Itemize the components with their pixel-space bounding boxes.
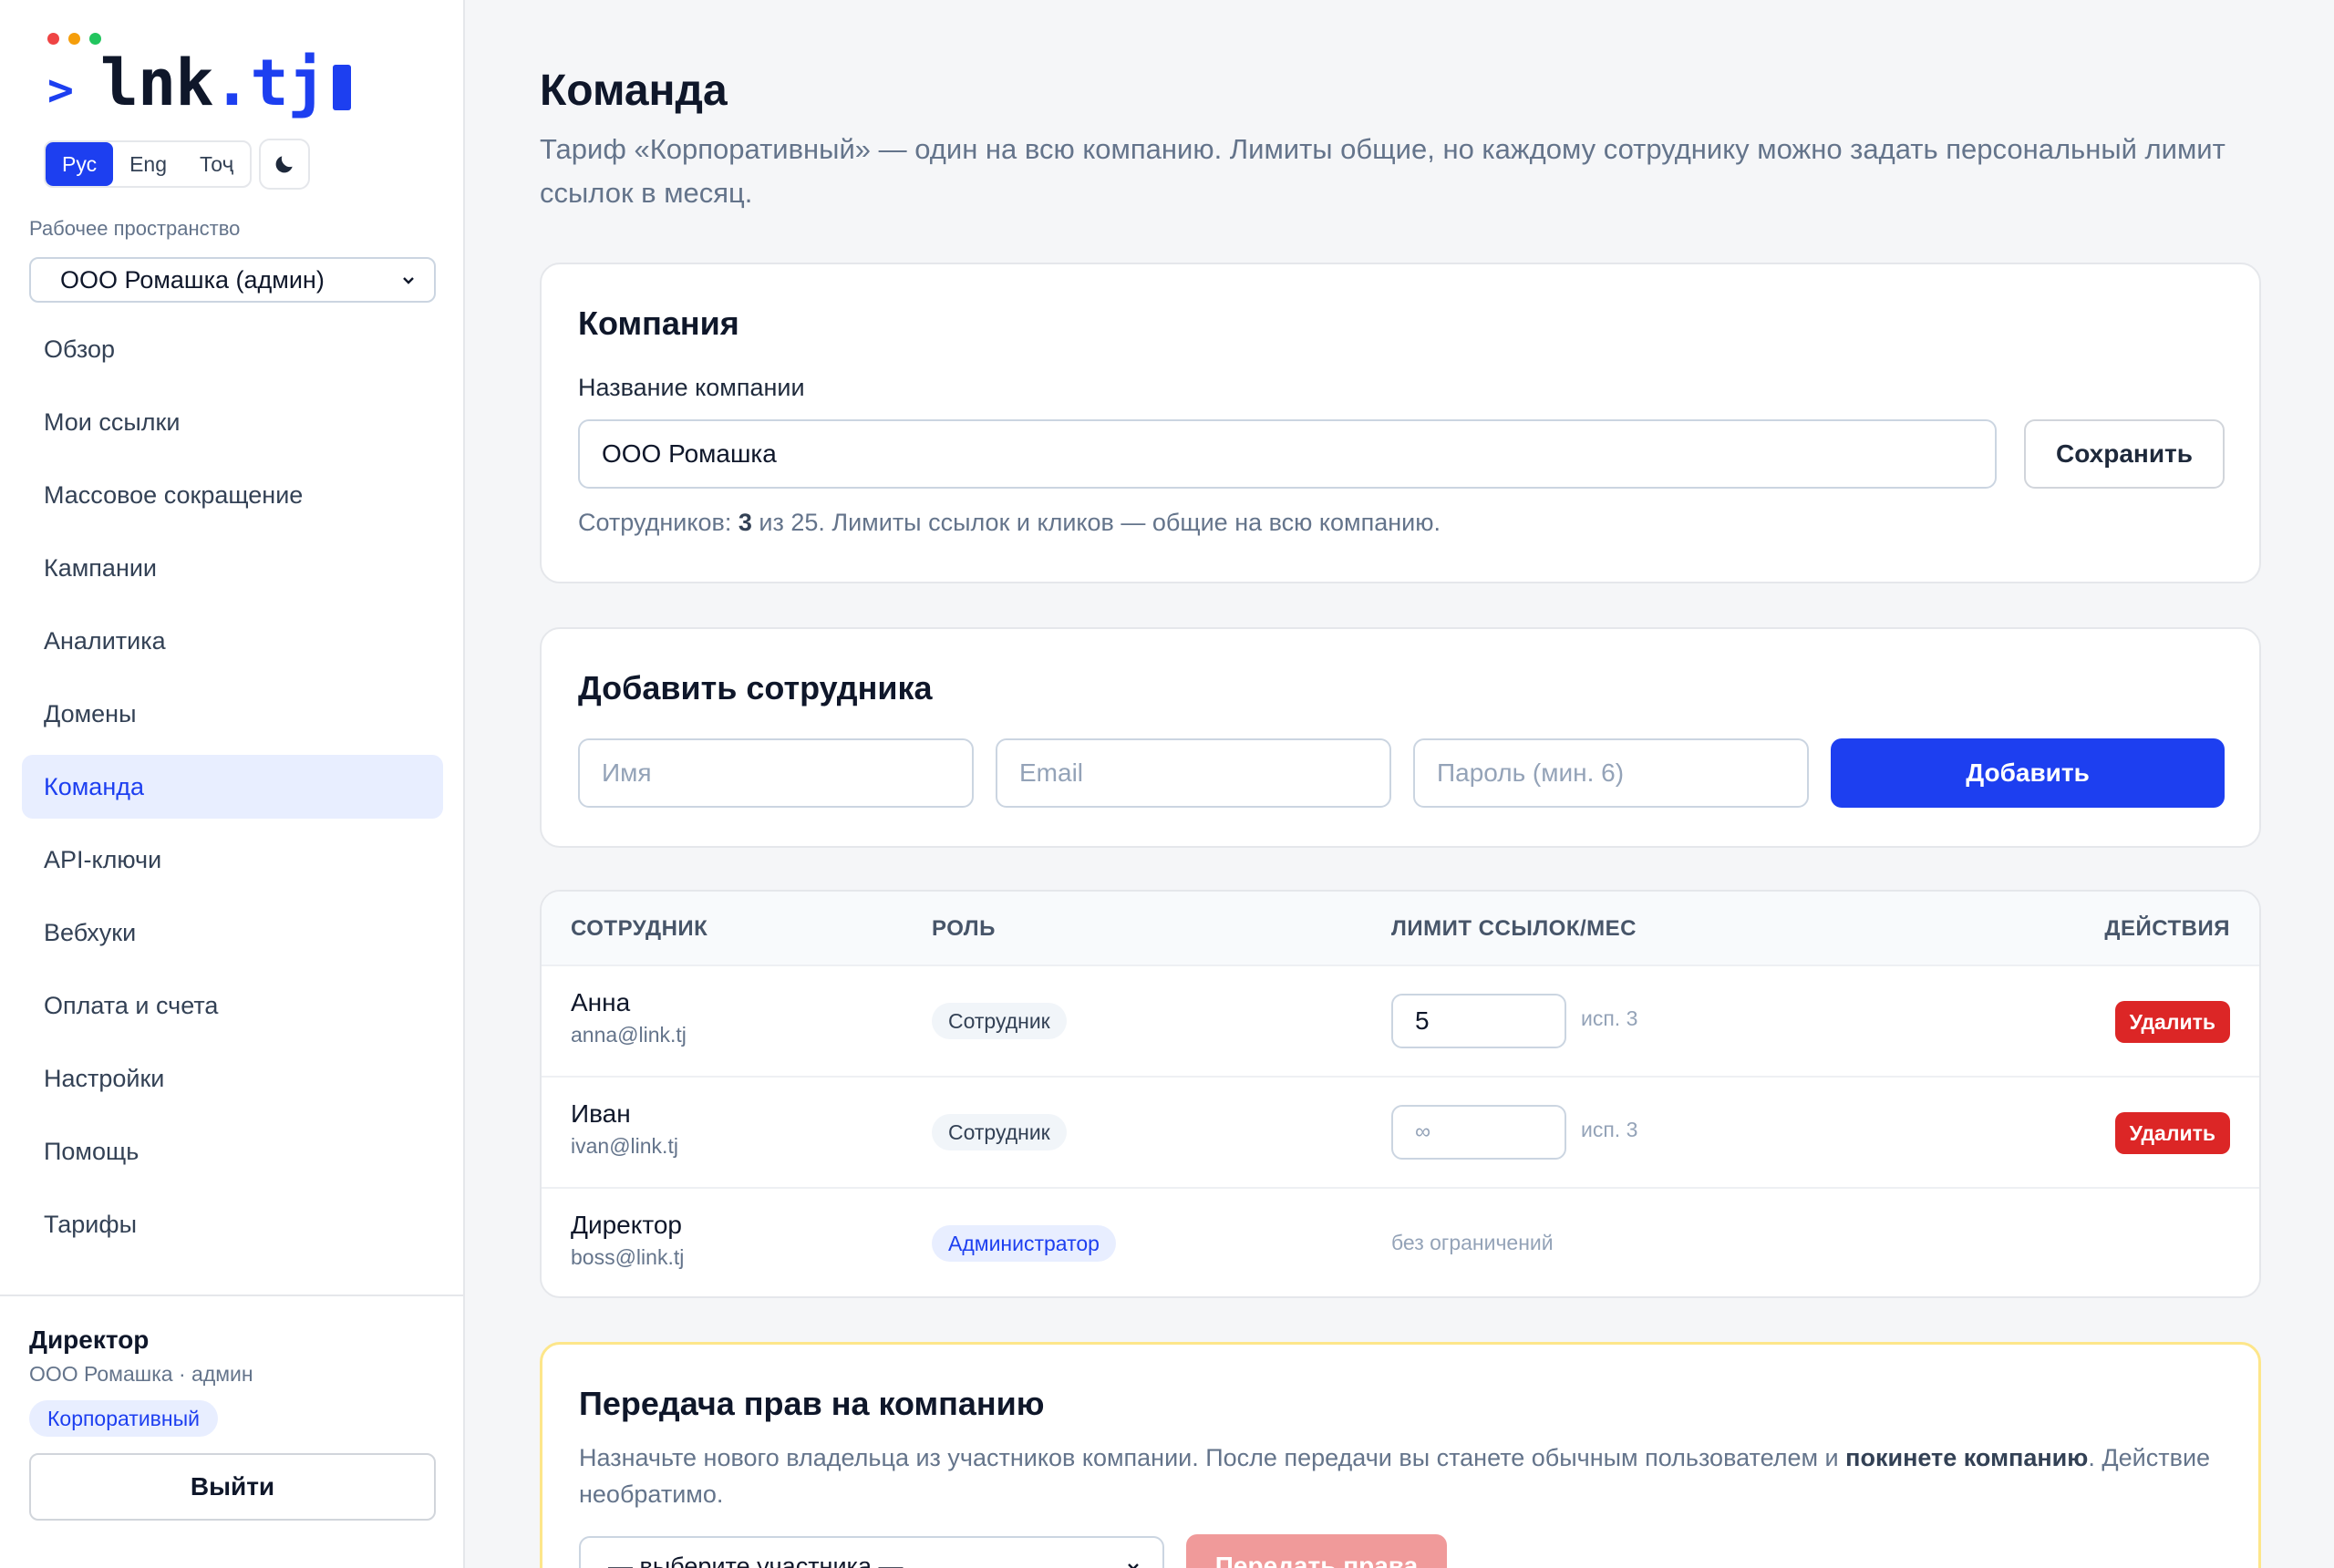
save-button[interactable]: Сохранить	[2024, 419, 2225, 489]
th-limit: ЛИМИТ ССЫЛОК/МЕС	[1391, 916, 1637, 941]
logo-name-b: tj	[250, 46, 326, 120]
sidebar-item-team[interactable]: Команда	[22, 755, 443, 819]
user-name: Директор	[29, 1326, 150, 1354]
usage-text: исп. 3	[1581, 1006, 1638, 1030]
employee-name: Анна	[571, 988, 631, 1016]
table-row: Иван ivan@link.tj Сотрудник ∞ исп. 3 Уда…	[542, 1078, 2259, 1189]
role-badge: Сотрудник	[932, 1003, 1067, 1039]
name-input[interactable]: Имя	[578, 738, 974, 808]
chevron-down-icon	[403, 277, 414, 284]
sidebar-item-domains[interactable]: Домены	[22, 682, 443, 746]
workspace-select[interactable]: ООО Ромашка (админ)	[29, 257, 436, 303]
th-role: РОЛЬ	[932, 916, 996, 941]
delete-button[interactable]: Удалить	[2114, 1112, 2230, 1154]
lang-en[interactable]: Eng	[113, 142, 183, 186]
transfer-description: Назначьте нового владельца из участников…	[579, 1439, 2238, 1512]
sidebar-item-overview[interactable]: Обзор	[22, 317, 443, 381]
red-dot	[47, 33, 59, 45]
theme-toggle-button[interactable]	[259, 139, 310, 190]
limit-input[interactable]: ∞	[1391, 1105, 1566, 1160]
role-badge: Сотрудник	[932, 1114, 1067, 1150]
page-title: Команда	[540, 67, 728, 115]
green-dot	[89, 33, 101, 45]
yellow-dot	[68, 33, 80, 45]
logo[interactable]: > lnk . tj	[47, 46, 351, 120]
team-table: СОТРУДНИК РОЛЬ ЛИМИТ ССЫЛОК/МЕС ДЕЙСТВИЯ…	[540, 890, 2261, 1298]
email-input[interactable]: Email	[996, 738, 1391, 808]
role-badge: Администратор	[932, 1225, 1116, 1262]
transfer-card: Передача прав на компанию Назначьте ново…	[540, 1342, 2261, 1568]
logo-prompt: >	[47, 65, 74, 116]
limit-input[interactable]: 5	[1391, 994, 1566, 1048]
sidebar-item-help[interactable]: Помощь	[22, 1119, 443, 1183]
member-select-placeholder: — выберите участника —	[608, 1552, 904, 1568]
desc-bold: покинете компанию	[1845, 1444, 2089, 1471]
employee-name: Директор	[571, 1211, 682, 1239]
table-row: Директор boss@link.tj Администратор без …	[542, 1189, 2259, 1296]
company-note: Сотрудников: 3 из 25. Лимиты ссылок и кл…	[578, 509, 1441, 537]
company-name-input[interactable]: ООО Ромашка	[578, 419, 1997, 489]
workspace-label: Рабочее пространство	[29, 217, 241, 240]
company-card-title: Компания	[578, 304, 739, 342]
sidebar-item-campaigns[interactable]: Кампании	[22, 536, 443, 600]
sidebar-item-api-keys[interactable]: API-ключи	[22, 828, 443, 892]
add-employee-button[interactable]: Добавить	[1831, 738, 2225, 808]
sidebar-item-webhooks[interactable]: Вебхуки	[22, 901, 443, 965]
no-limit-text: без ограничений	[1391, 1231, 1554, 1254]
sidebar-item-settings[interactable]: Настройки	[22, 1047, 443, 1110]
page-description: Тариф «Корпоративный» — один на всю комп…	[540, 133, 2226, 209]
add-employee-card: Добавить сотрудника Имя Email Пароль (ми…	[540, 627, 2261, 848]
transfer-title: Передача прав на компанию	[579, 1385, 1045, 1422]
sidebar-item-bulk[interactable]: Массовое сокращение	[22, 463, 443, 527]
transfer-button[interactable]: Передать права	[1186, 1534, 1447, 1568]
usage-text: исп. 3	[1581, 1118, 1638, 1141]
window-dots	[47, 33, 101, 45]
sidebar-item-billing[interactable]: Оплата и счета	[22, 974, 443, 1037]
user-panel: Директор ООО Ромашка · админ Корпоративн…	[0, 1295, 465, 1568]
table-row: Анна anna@link.tj Сотрудник 5 исп. 3 Уда…	[542, 966, 2259, 1078]
employee-email: ivan@link.tj	[571, 1134, 678, 1158]
chevron-down-icon	[1128, 1563, 1139, 1568]
sidebar: > lnk . tj Рус Eng Тоҷ Рабочее пространс…	[0, 0, 465, 1568]
sidebar-item-analytics[interactable]: Аналитика	[22, 609, 443, 673]
note-prefix: Сотрудников:	[578, 509, 738, 536]
th-employee: СОТРУДНИК	[571, 916, 708, 941]
employee-email: anna@link.tj	[571, 1023, 687, 1047]
employee-email: boss@link.tj	[571, 1245, 685, 1269]
workspace-selected: ООО Ромашка (админ)	[60, 265, 325, 294]
sidebar-item-pricing[interactable]: Тарифы	[22, 1192, 443, 1256]
user-subtitle: ООО Ромашка · админ	[29, 1362, 253, 1386]
logout-button[interactable]: Выйти	[29, 1453, 436, 1521]
sidebar-nav: Обзор Мои ссылки Массовое сокращение Кам…	[22, 317, 443, 1265]
desc-prefix: Назначьте нового владельца из участников…	[579, 1444, 1846, 1471]
employee-name: Иван	[571, 1099, 631, 1128]
sidebar-item-my-links[interactable]: Мои ссылки	[22, 390, 443, 454]
password-input[interactable]: Пароль (мин. 6)	[1413, 738, 1809, 808]
logo-cursor	[332, 65, 351, 110]
note-suffix: из 25. Лимиты ссылок и кликов — общие на…	[751, 509, 1441, 536]
plan-badge: Корпоративный	[29, 1400, 218, 1437]
table-header: СОТРУДНИК РОЛЬ ЛИМИТ ССЫЛОК/МЕС ДЕЙСТВИЯ	[542, 892, 2259, 966]
logo-dot: .	[212, 46, 251, 120]
delete-button[interactable]: Удалить	[2114, 1001, 2230, 1043]
company-name-label: Название компании	[578, 374, 805, 401]
th-actions: ДЕЙСТВИЯ	[2104, 916, 2230, 941]
member-select[interactable]: — выберите участника —	[579, 1536, 1164, 1568]
company-card: Компания Название компании ООО Ромашка С…	[540, 263, 2261, 583]
language-switcher: Рус Eng Тоҷ	[44, 140, 253, 188]
employee-count: 3	[738, 509, 752, 536]
add-employee-title: Добавить сотрудника	[578, 669, 933, 707]
lang-tj[interactable]: Тоҷ	[183, 142, 250, 186]
lang-ru[interactable]: Рус	[46, 142, 114, 186]
logo-name-a: lnk	[99, 46, 213, 120]
moon-icon	[275, 156, 293, 173]
